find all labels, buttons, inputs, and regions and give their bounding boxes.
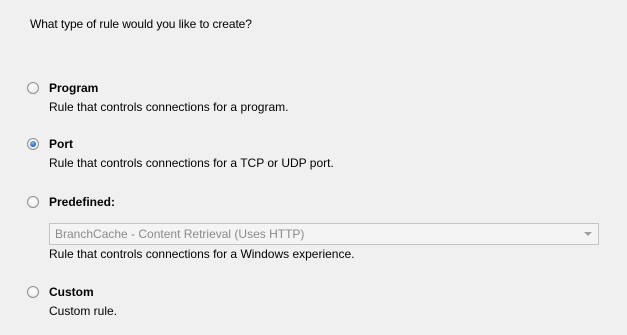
option-custom: Custom Custom rule. [27,284,117,318]
option-port: Port Rule that controls connections for … [27,136,334,170]
predefined-label[interactable]: Predefined: [49,195,115,209]
port-description: Rule that controls connections for a TCP… [49,156,334,170]
option-program: Program Rule that controls connections f… [27,80,288,114]
program-label[interactable]: Program [49,81,98,95]
custom-label[interactable]: Custom [49,285,94,299]
predefined-description-wrap: Rule that controls connections for a Win… [27,247,355,261]
program-description: Rule that controls connections for a pro… [49,100,289,114]
question-text: What type of rule would you like to crea… [30,17,252,31]
option-predefined: Predefined: [27,194,115,210]
custom-radio[interactable] [27,286,39,298]
program-radio[interactable] [27,82,39,94]
custom-description: Custom rule. [49,304,118,318]
port-label[interactable]: Port [49,137,73,151]
predefined-select[interactable]: BranchCache - Content Retrieval (Uses HT… [49,223,599,245]
predefined-description: Rule that controls connections for a Win… [49,247,355,261]
port-radio[interactable] [27,138,39,150]
chevron-down-icon [584,232,592,236]
predefined-select-value: BranchCache - Content Retrieval (Uses HT… [55,227,305,241]
predefined-radio[interactable] [27,196,39,208]
